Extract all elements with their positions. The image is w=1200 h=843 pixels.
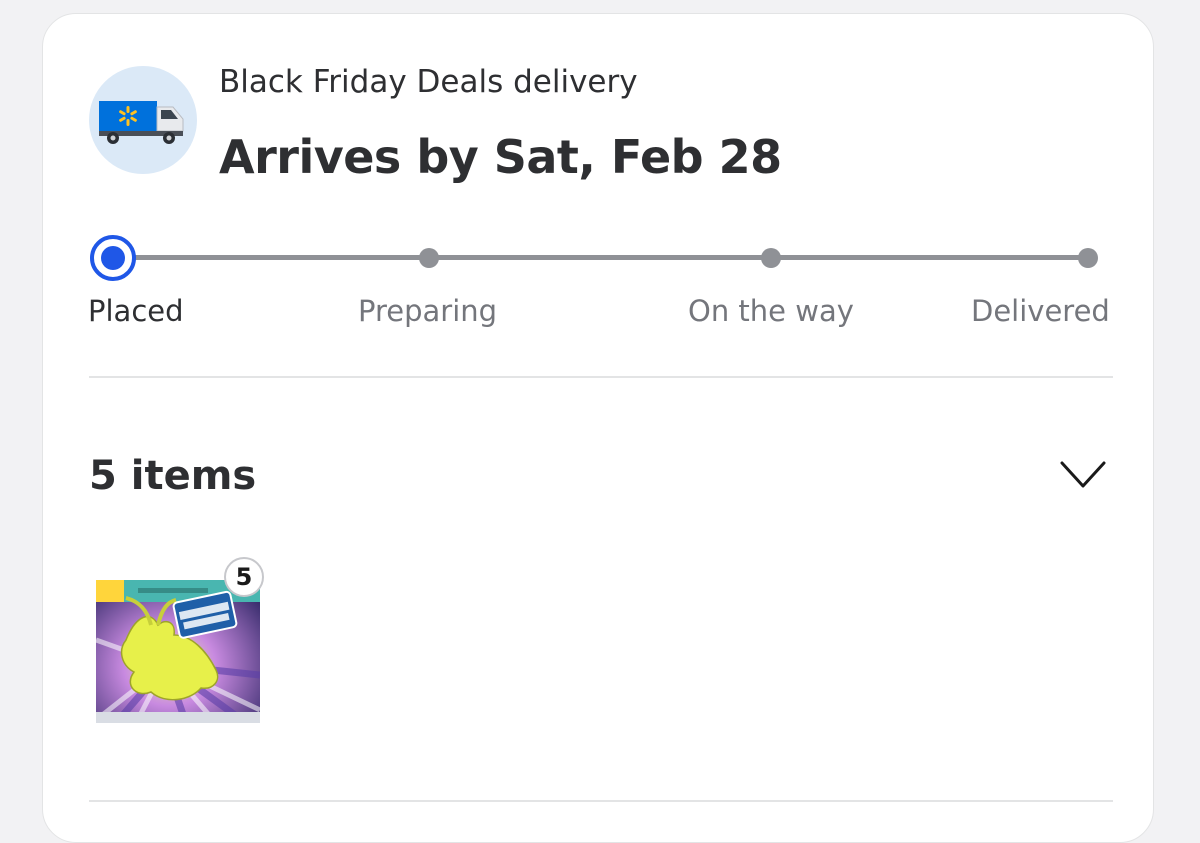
order-card: Black Friday Deals delivery Arrives by S…	[42, 13, 1154, 843]
tracker-step-preparing-dot	[419, 248, 439, 268]
items-count-heading: 5 items	[89, 453, 257, 499]
quantity-badge: 5	[224, 557, 264, 597]
section-divider	[89, 800, 1113, 802]
tracker-step-label: Delivered	[971, 294, 1110, 328]
tracker-step-label: Placed	[88, 294, 184, 328]
product-thumbnail[interactable]	[96, 580, 260, 723]
tracker-line	[113, 255, 1089, 260]
walmart-truck-icon	[89, 66, 197, 174]
delivery-type-label: Black Friday Deals delivery	[219, 64, 638, 100]
chevron-down-icon[interactable]	[1059, 459, 1107, 495]
tracker-step-placed-dot	[90, 235, 136, 281]
tracker-step-on-the-way-dot	[761, 248, 781, 268]
tracker-step-delivered-dot	[1078, 248, 1098, 268]
arrival-date-title: Arrives by Sat, Feb 28	[219, 130, 782, 184]
tracker-step-label: Preparing	[358, 294, 498, 328]
tracker-step-label: On the way	[688, 294, 854, 328]
section-divider	[89, 376, 1113, 378]
